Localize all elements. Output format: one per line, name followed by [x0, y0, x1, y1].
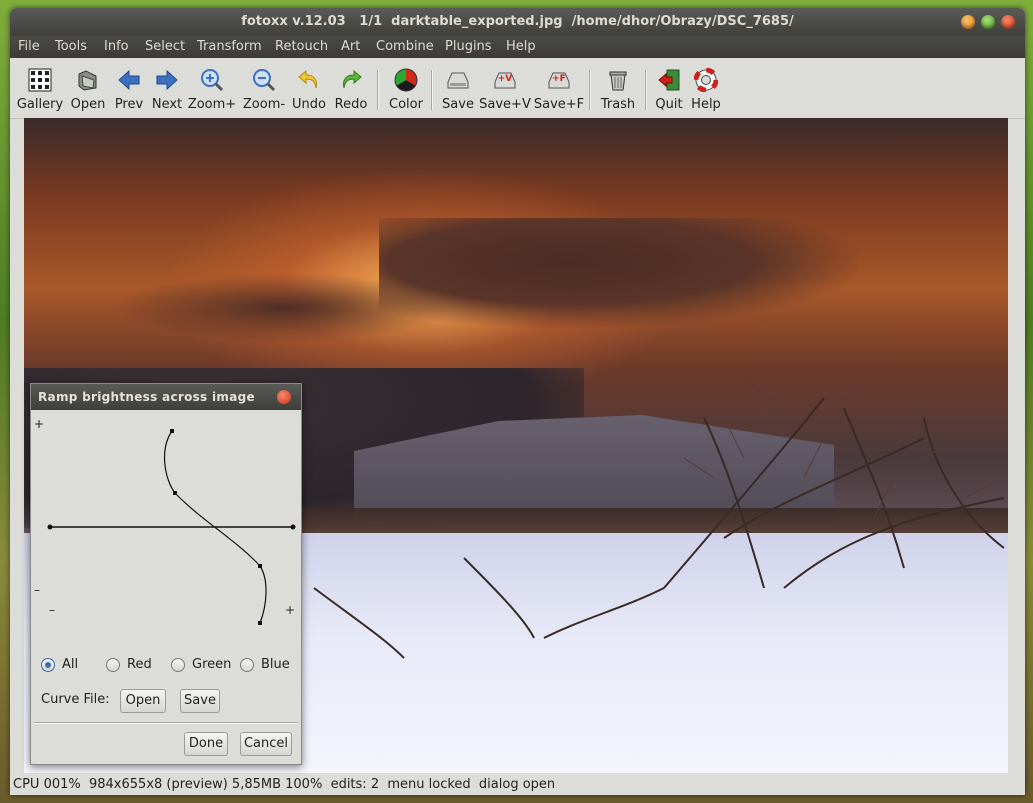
menu-plugins[interactable]: Plugins [445, 39, 492, 54]
radio-label: Green [192, 657, 232, 672]
open-button[interactable]: Open [70, 60, 106, 115]
save-file-label: Save+F [533, 97, 585, 112]
curve-node[interactable] [258, 564, 262, 568]
trash-icon [609, 71, 627, 91]
color-wheel-icon [394, 68, 418, 92]
svg-text:+F: +F [552, 74, 566, 84]
arrow-right-icon [156, 69, 178, 91]
baseline-node[interactable] [47, 524, 53, 530]
save-version-icon: +V [494, 72, 516, 89]
cancel-button[interactable]: Cancel [240, 732, 292, 756]
menu-bar: File Tools Info Select Transform Retouch… [10, 36, 1025, 58]
curve-node[interactable] [173, 491, 177, 495]
axis-top-plus: + [34, 417, 44, 431]
save-version-label: Save+V [479, 97, 531, 112]
save-version-button[interactable]: +V Save+V [479, 60, 531, 115]
menu-file[interactable]: File [18, 39, 40, 54]
minimize-button[interactable] [961, 15, 975, 29]
menu-transform[interactable]: Transform [197, 39, 262, 54]
menu-info[interactable]: Info [104, 39, 129, 54]
gallery-button[interactable]: Gallery [17, 60, 63, 115]
redo-icon [343, 69, 362, 89]
axis-bottom-plus: + [285, 603, 295, 617]
save-file-icon: +F [548, 72, 570, 89]
radio-indicator [106, 658, 120, 672]
zoom-out-button[interactable]: Zoom- [243, 60, 285, 115]
color-label: Color [389, 97, 423, 112]
svg-text:+V: +V [498, 74, 513, 84]
color-button[interactable]: Color [388, 60, 424, 115]
radio-all[interactable]: All [41, 656, 86, 676]
radio-indicator [240, 658, 254, 672]
radio-label: Red [127, 657, 152, 672]
save-button[interactable]: Save [441, 60, 475, 115]
dialog-title-bar[interactable]: Ramp brightness across image [31, 384, 301, 410]
help-label: Help [691, 97, 721, 112]
curve-save-button[interactable]: Save [180, 689, 220, 713]
quit-button[interactable]: Quit [654, 60, 684, 115]
radio-red[interactable]: Red [106, 656, 161, 676]
menu-tools[interactable]: Tools [55, 39, 87, 54]
save-file-button[interactable]: +F Save+F [534, 60, 584, 115]
menu-help[interactable]: Help [506, 39, 536, 54]
drive-save-icon [447, 72, 469, 89]
ramp-brightness-dialog: Ramp brightness across image + – – + All [30, 383, 302, 765]
status-text: CPU 001% 984x655x8 (preview) 5,85MB 100%… [13, 777, 556, 792]
brightness-curve-editor[interactable]: + – – + [31, 410, 301, 640]
app-window: fotoxx v.12.03 1/1 darktable_exported.jp… [10, 8, 1025, 795]
menu-art[interactable]: Art [341, 39, 360, 54]
radio-indicator [41, 658, 55, 672]
dialog-close-button[interactable] [277, 390, 291, 404]
done-button[interactable]: Done [184, 732, 228, 756]
curve-open-button[interactable]: Open [120, 689, 166, 713]
radio-indicator [171, 658, 185, 672]
radio-label: Blue [261, 657, 290, 672]
prev-button[interactable]: Prev [114, 60, 144, 115]
undo-icon [298, 69, 317, 89]
dialog-title: Ramp brightness across image [38, 390, 255, 404]
arrow-left-icon [118, 69, 140, 91]
menu-combine[interactable]: Combine [376, 39, 434, 54]
title-bar[interactable]: fotoxx v.12.03 1/1 darktable_exported.jp… [10, 8, 1025, 36]
baseline-node[interactable] [290, 524, 296, 530]
curve-node[interactable] [170, 429, 174, 433]
menu-retouch[interactable]: Retouch [275, 39, 328, 54]
exit-door-icon [658, 69, 680, 91]
undo-button[interactable]: Undo [292, 60, 326, 115]
window-title: fotoxx v.12.03 1/1 darktable_exported.jp… [241, 14, 794, 29]
redo-button[interactable]: Redo [334, 60, 368, 115]
lifebuoy-icon [694, 68, 718, 92]
trash-button[interactable]: Trash [601, 60, 635, 115]
next-button[interactable]: Next [151, 60, 183, 115]
close-button[interactable] [1001, 15, 1015, 29]
curve-node[interactable] [258, 621, 262, 625]
zoom-in-button[interactable]: Zoom+ [188, 60, 236, 115]
toolbar: Gallery Open Prev Next Zoom+ Zoom- Undo … [10, 58, 1025, 119]
status-bar: CPU 001% 984x655x8 (preview) 5,85MB 100%… [10, 774, 1025, 795]
channel-radio-group: All Red Green Blue [41, 656, 301, 676]
menu-select[interactable]: Select [145, 39, 185, 54]
gallery-icon [28, 68, 52, 92]
maximize-button[interactable] [981, 15, 995, 29]
radio-label: All [62, 657, 79, 672]
dialog-divider [34, 722, 298, 724]
radio-green[interactable]: Green [171, 656, 231, 676]
zoom-out-icon [253, 69, 276, 92]
axis-bottom-minus: – [49, 603, 55, 617]
redo-label: Redo [334, 97, 368, 112]
axis-left-minus: – [34, 583, 40, 597]
zoom-in-icon [201, 69, 224, 92]
radio-blue[interactable]: Blue [240, 656, 295, 676]
curve-file-label: Curve File: [41, 692, 110, 707]
folder-open-icon [78, 70, 97, 91]
trash-label: Trash [600, 97, 636, 112]
help-button[interactable]: Help [691, 60, 721, 115]
